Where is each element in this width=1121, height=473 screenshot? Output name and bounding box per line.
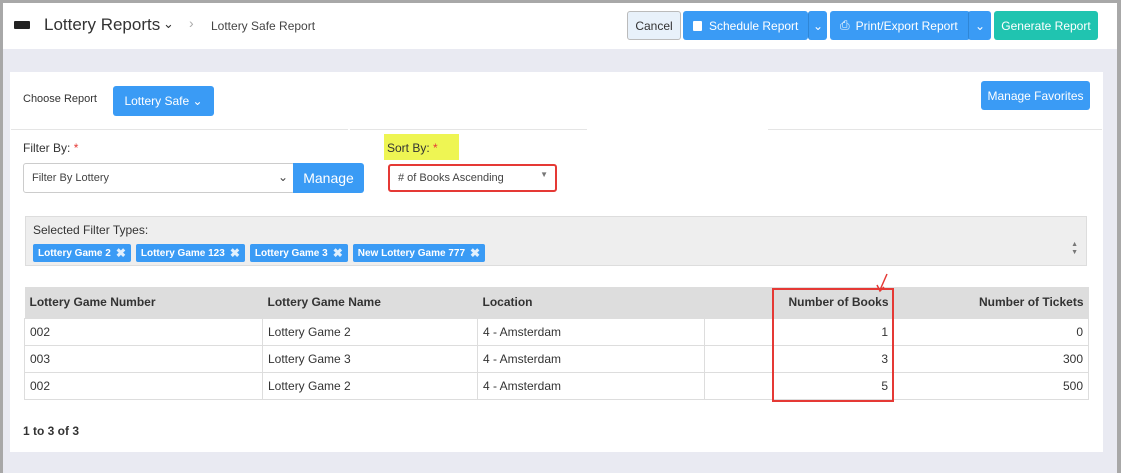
schedule-label: Schedule Report: [709, 18, 799, 33]
breadcrumb: Lottery Safe Report: [211, 19, 316, 33]
remove-icon[interactable]: ✖: [470, 246, 480, 260]
ticket-icon: [14, 21, 30, 29]
column-header[interactable]: Location: [477, 287, 705, 318]
print-dropdown-button[interactable]: ⌄: [968, 11, 991, 40]
cell: 4 - Amsterdam: [477, 344, 705, 373]
filter-tag: Lottery Game 123 ✖: [135, 244, 245, 262]
printer-icon: ⎙: [840, 18, 850, 32]
filter-tag: New Lottery Game 777 ✖: [352, 244, 486, 262]
cell: Lottery Game 3: [262, 344, 478, 373]
remove-icon[interactable]: ✖: [116, 246, 126, 260]
cell: Lottery Game 2: [262, 317, 478, 346]
chevron-down-icon[interactable]: ⌄: [163, 16, 174, 32]
cell: 002: [24, 317, 263, 346]
sort-value: # of Books Ascending: [398, 172, 504, 184]
filter-by-select[interactable]: Filter By Lottery ⌄: [23, 163, 295, 193]
filter-tag: Lottery Game 3 ✖: [249, 244, 348, 262]
sort-by-label: Sort By: *: [384, 134, 459, 160]
cell: 4 - Amsterdam: [477, 317, 705, 346]
schedule-report-button[interactable]: Schedule Report: [683, 11, 808, 40]
column-header[interactable]: Number of Tickets: [893, 287, 1089, 318]
filter-value: Filter By Lottery: [32, 172, 110, 184]
calendar-icon: [693, 20, 702, 31]
arrow-annotation-icon: [876, 273, 888, 293]
caret-down-icon: ▼: [540, 170, 548, 179]
chevron-right-icon: ›: [189, 15, 194, 31]
sort-by-select[interactable]: # of Books Ascending ▼: [388, 164, 557, 192]
selected-filters-panel: Selected Filter Types: Lottery Game 2 ✖ L…: [25, 216, 1087, 266]
highlight-box: [772, 288, 894, 402]
divider: [11, 129, 348, 130]
schedule-dropdown-button[interactable]: ⌄: [808, 11, 827, 40]
cell: 300: [893, 344, 1089, 373]
chevron-down-icon: ⌄: [974, 18, 986, 33]
cell: 003: [24, 344, 263, 373]
print-export-button[interactable]: ⎙ Print/Export Report: [830, 11, 970, 40]
remove-icon[interactable]: ✖: [230, 246, 240, 260]
report-select-button[interactable]: Lottery Safe ⌄: [113, 86, 214, 116]
divider: [768, 129, 1102, 130]
page-title[interactable]: Lottery Reports: [44, 15, 160, 35]
cell: 002: [24, 371, 263, 400]
column-header[interactable]: Lottery Game Number: [24, 287, 263, 318]
pagination-summary: 1 to 3 of 3: [23, 424, 80, 438]
scroll-arrows-icon[interactable]: ▲ ▼: [1071, 241, 1078, 257]
manage-filter-button[interactable]: Manage: [293, 163, 364, 193]
cell: 4 - Amsterdam: [477, 371, 705, 400]
chevron-down-icon: ⌄: [277, 170, 288, 184]
table-row[interactable]: 003 Lottery Game 34 - Amsterdam 3 300: [24, 344, 1089, 373]
selected-filters-label: Selected Filter Types:: [33, 223, 149, 237]
filter-by-label: Filter By: *: [23, 141, 79, 155]
print-label: Print/Export Report: [855, 18, 958, 33]
table-header: Lottery Game Number Lottery Game Name Lo…: [24, 287, 1089, 318]
cell: 0: [893, 317, 1089, 346]
choose-report-label: Choose Report: [23, 93, 97, 105]
chevron-down-icon: ⌄: [812, 18, 824, 33]
remove-icon[interactable]: ✖: [333, 246, 343, 260]
column-header[interactable]: Lottery Game Name: [262, 287, 478, 318]
report-table: Lottery Game Number Lottery Game Name Lo…: [24, 287, 1089, 400]
divider: [350, 129, 587, 130]
cancel-button[interactable]: Cancel: [627, 11, 681, 40]
cell: Lottery Game 2: [262, 371, 478, 400]
generate-report-button[interactable]: Generate Report: [994, 11, 1098, 40]
report-selected: Lottery Safe: [124, 94, 190, 108]
filter-tag: Lottery Game 2 ✖: [33, 244, 131, 262]
filter-tags: Lottery Game 2 ✖ Lottery Game 123 ✖ Lotter…: [33, 244, 490, 262]
manage-favorites-button[interactable]: Manage Favorites: [981, 81, 1090, 110]
table-row[interactable]: 002 Lottery Game 24 - Amsterdam 5 500: [24, 371, 1089, 400]
cell: 500: [893, 371, 1089, 400]
table-row[interactable]: 002 Lottery Game 24 - Amsterdam 1 0: [24, 317, 1089, 346]
